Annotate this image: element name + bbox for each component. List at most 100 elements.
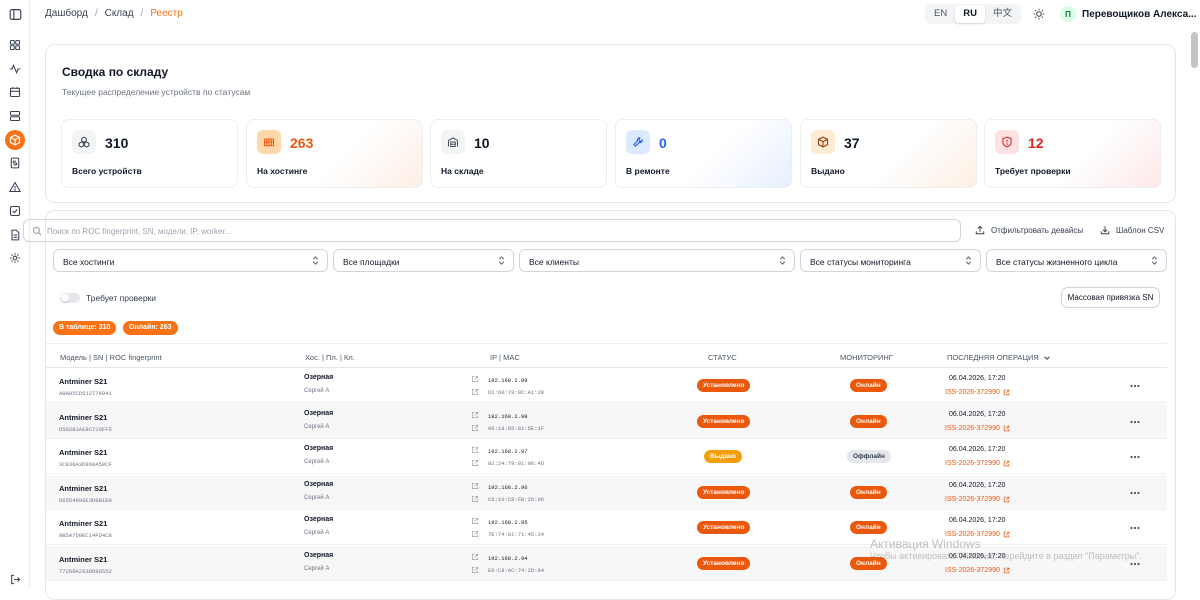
external-link-icon[interactable] bbox=[471, 495, 479, 503]
chevron-updown-icon bbox=[497, 255, 506, 266]
user-menu[interactable]: П Перевощиков Алекса... bbox=[1060, 6, 1197, 22]
settings-gear-icon[interactable] bbox=[7, 250, 23, 266]
stat-repair[interactable]: 0 В ремонте bbox=[615, 119, 792, 188]
search-icon bbox=[32, 226, 42, 236]
external-link-icon bbox=[1003, 389, 1010, 396]
chevron-updown-icon bbox=[964, 255, 973, 266]
filter-devices-button[interactable]: Отфильтровать девайсы bbox=[975, 225, 1083, 235]
needs-check-toggle[interactable] bbox=[60, 293, 80, 303]
table-row[interactable]: Antminer S21 8B5A7D9EC14FD4C8 Озерная Серге… bbox=[46, 510, 1167, 545]
external-link-icon[interactable] bbox=[471, 375, 479, 383]
col-model-header[interactable]: Модель | SN | ROC fingerprint bbox=[60, 353, 162, 362]
lifecycle-status-select[interactable]: Все статусы жизненного цикла bbox=[986, 249, 1167, 272]
device-location: Озерная bbox=[304, 409, 334, 417]
document-icon[interactable] bbox=[7, 227, 23, 243]
server-rack-icon[interactable] bbox=[7, 108, 23, 124]
lang-zh-button[interactable]: 中文 bbox=[985, 5, 1020, 23]
device-ip: 192.168.2.98 bbox=[488, 412, 528, 420]
warehouse-package-icon[interactable] bbox=[5, 130, 25, 150]
operation-issue-link[interactable]: ISS-2026-372990 bbox=[945, 496, 1010, 503]
breadcrumb-separator: / bbox=[140, 8, 144, 19]
col-monitoring-header[interactable]: МОНИТОРИНГ bbox=[840, 353, 893, 362]
billing-icon[interactable] bbox=[7, 155, 23, 171]
device-ip: 192.168.2.94 bbox=[488, 554, 528, 562]
table-count-pill: В таблице: 310 bbox=[53, 321, 117, 335]
breadcrumb-warehouse[interactable]: Склад bbox=[105, 8, 134, 19]
device-serial: D6554896E3D8B1E0 bbox=[59, 496, 112, 504]
checklist-icon[interactable] bbox=[7, 203, 23, 219]
sidebar-toggle-icon[interactable] bbox=[7, 6, 23, 22]
row-actions-menu-icon[interactable] bbox=[1130, 384, 1140, 388]
site-select[interactable]: Все площадки bbox=[333, 249, 514, 272]
theme-sun-icon[interactable] bbox=[1033, 8, 1045, 20]
col-location-header[interactable]: Хос. | Пл. | Кл. bbox=[305, 353, 355, 362]
csv-template-button[interactable]: Шаблон CSV bbox=[1100, 225, 1164, 235]
device-model: Antminer S21 bbox=[59, 377, 108, 386]
col-last-operation-header[interactable]: ПОСЛЕДНЯЯ ОПЕРАЦИЯ bbox=[947, 353, 1051, 362]
monitoring-status-select[interactable]: Все статусы мониторинга bbox=[800, 249, 981, 272]
logout-icon[interactable] bbox=[7, 571, 23, 587]
operation-issue-link[interactable]: ISS-2026-372990 bbox=[945, 460, 1010, 467]
package-icon bbox=[811, 130, 835, 154]
table-row[interactable]: Antminer S21 D6554896E3D8B1E0 Озерная Серге… bbox=[46, 474, 1167, 510]
external-link-icon[interactable] bbox=[471, 424, 479, 432]
stat-value: 263 bbox=[290, 135, 314, 151]
col-ip-header[interactable]: IP | MAC bbox=[490, 353, 520, 362]
top-bar: Дашборд / Склад / Реестр EN RU 中文 П Пере… bbox=[30, 0, 1200, 28]
mass-bind-sn-button[interactable]: Массовая привязка SN bbox=[1061, 287, 1160, 308]
table-row[interactable]: Antminer S21 3C838A3D860A50CF Озерная Серге… bbox=[46, 439, 1167, 474]
breadcrumb-dashboard[interactable]: Дашборд bbox=[45, 8, 88, 19]
client-select[interactable]: Все клиенты bbox=[519, 249, 795, 272]
device-serial: A8A85CD512776941 bbox=[59, 390, 112, 397]
page-scrollbar[interactable] bbox=[1191, 32, 1198, 68]
dashboard-grid-icon[interactable] bbox=[7, 37, 23, 53]
row-actions-menu-icon[interactable] bbox=[1130, 526, 1140, 530]
device-mac: D2:60:78:0C:A1:28 bbox=[488, 389, 545, 396]
external-link-icon[interactable] bbox=[471, 482, 479, 490]
calendar-icon[interactable] bbox=[7, 84, 23, 100]
external-link-icon[interactable] bbox=[471, 566, 479, 574]
stat-needs-check[interactable]: 12 Требует проверки bbox=[984, 119, 1161, 188]
col-status-header[interactable]: СТАТУС bbox=[708, 353, 737, 362]
hosting-select[interactable]: Все хостинги bbox=[53, 249, 328, 272]
external-link-icon[interactable] bbox=[471, 446, 479, 454]
external-link-icon[interactable] bbox=[471, 388, 479, 396]
issue-id: ISS-2026-372990 bbox=[945, 566, 1000, 574]
external-link-icon[interactable] bbox=[471, 553, 479, 561]
stat-label: На хостинге bbox=[257, 166, 308, 176]
operation-issue-link[interactable]: ISS-2026-372990 bbox=[945, 425, 1010, 432]
stat-warehouse[interactable]: 10 На складе bbox=[430, 119, 607, 188]
row-actions-menu-icon[interactable] bbox=[1130, 562, 1140, 566]
device-mac: 7E:74:81:71:45:34 bbox=[488, 531, 545, 538]
lang-ru-button[interactable]: RU bbox=[955, 5, 985, 23]
issue-id: ISS-2026-372990 bbox=[945, 389, 1000, 396]
stat-hosting[interactable]: 263 На хостинге bbox=[246, 119, 423, 188]
external-link-icon bbox=[1003, 531, 1010, 538]
row-actions-menu-icon[interactable] bbox=[1130, 491, 1140, 495]
external-link-icon[interactable] bbox=[471, 517, 479, 525]
stat-total[interactable]: 310 Всего устройств bbox=[61, 119, 238, 188]
lang-en-button[interactable]: EN bbox=[926, 5, 955, 23]
device-serial: 8B5A7D9EC14FD4C8 bbox=[59, 532, 112, 539]
row-actions-menu-icon[interactable] bbox=[1130, 455, 1140, 459]
issue-id: ISS-2026-372990 bbox=[945, 495, 1000, 503]
external-link-icon[interactable] bbox=[471, 459, 479, 467]
row-actions-menu-icon[interactable] bbox=[1130, 420, 1140, 424]
activity-icon[interactable] bbox=[7, 61, 23, 77]
operation-issue-link[interactable]: ISS-2026-372990 bbox=[945, 389, 1010, 396]
table-row[interactable]: Antminer S21 A8A85CD512776941 Озерная Серге… bbox=[46, 368, 1167, 403]
table-row[interactable]: Antminer S21 D58281AE8C716FF5 Озерная Серге… bbox=[46, 403, 1167, 439]
operation-issue-link[interactable]: ISS-2026-372990 bbox=[945, 567, 1010, 574]
external-link-icon[interactable] bbox=[471, 411, 479, 419]
device-model: Antminer S21 bbox=[59, 483, 108, 493]
external-link-icon[interactable] bbox=[471, 530, 479, 538]
search-input[interactable]: Поиск по ROC fingerprint, SN, модели, IP… bbox=[23, 219, 961, 242]
device-client: Сергей А bbox=[304, 423, 330, 430]
table-header: Модель | SN | ROC fingerprint Хос. | Пл.… bbox=[46, 343, 1167, 368]
warning-icon[interactable] bbox=[7, 179, 23, 195]
stat-issued[interactable]: 37 Выдано bbox=[800, 119, 977, 188]
device-location: Озерная bbox=[304, 374, 334, 381]
device-serial: 3C838A3D860A50CF bbox=[59, 461, 112, 468]
device-location: Озерная bbox=[304, 480, 334, 488]
chevron-updown-icon bbox=[1150, 255, 1159, 266]
